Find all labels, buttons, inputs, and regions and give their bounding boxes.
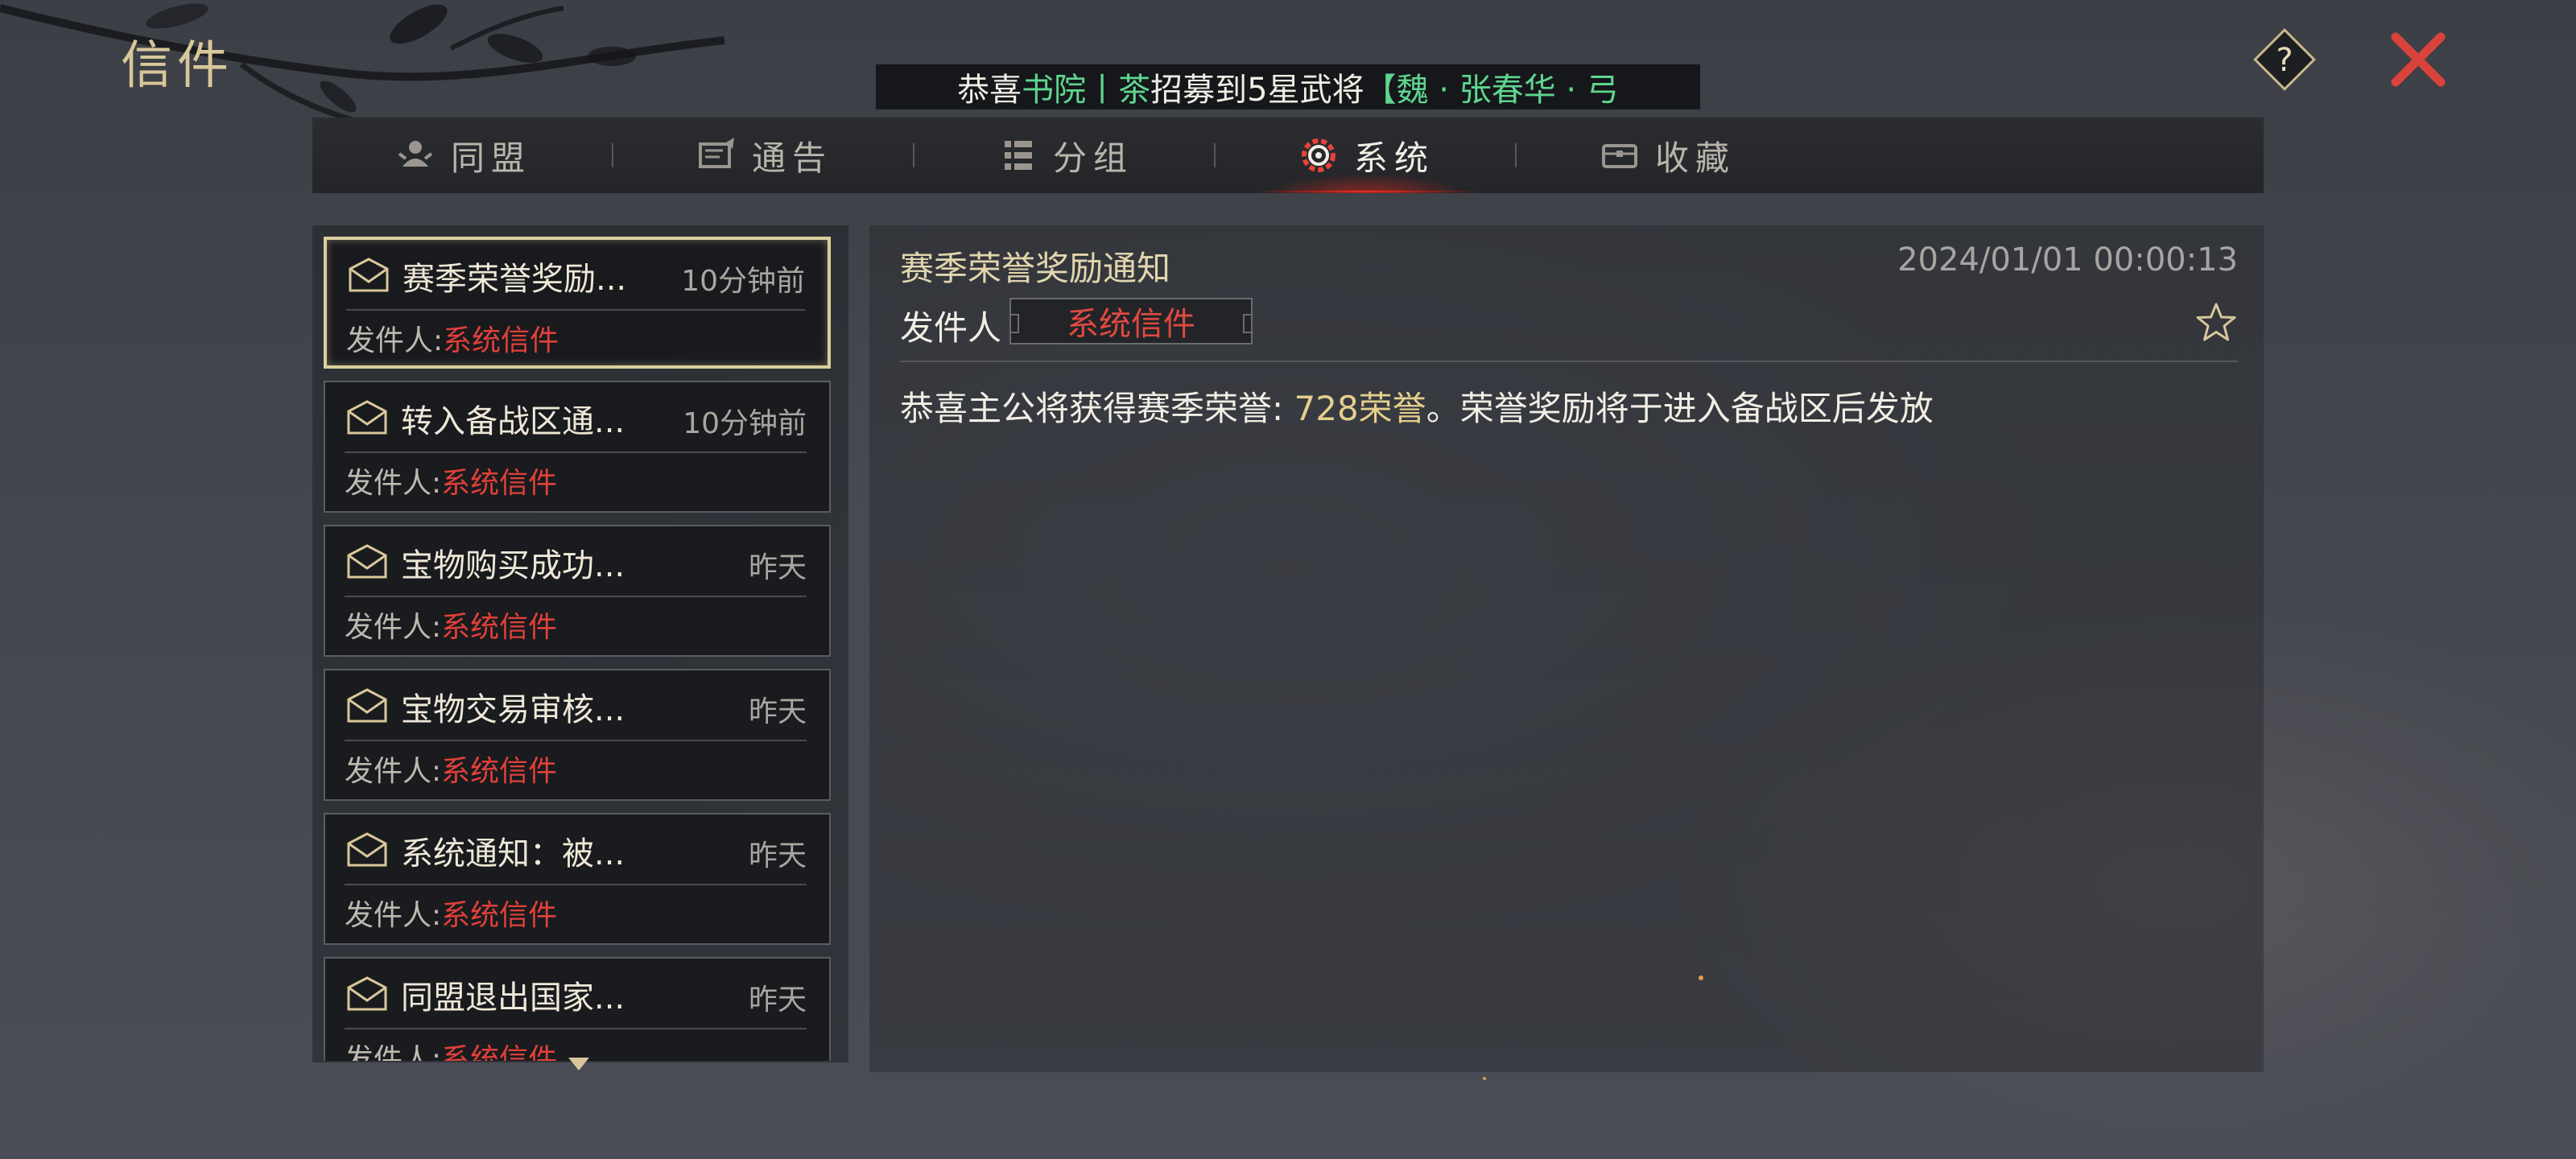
sender-name: 系统信件	[441, 611, 558, 644]
group-icon	[1004, 141, 1032, 170]
body-prefix: 恭喜主公将获得赛季荣誉:	[900, 389, 1294, 428]
mail-item[interactable]: 转入备战区通... 10分钟前 发件人:系统信件	[324, 381, 831, 513]
mail-divider	[345, 740, 807, 741]
mail-subject: 赛季荣誉奖励...	[402, 261, 627, 298]
tab-group[interactable]: 分组	[914, 118, 1216, 193]
mail-divider	[345, 452, 807, 453]
mail-divider	[345, 1028, 807, 1029]
envelope-icon	[347, 832, 387, 867]
envelope-icon	[349, 258, 389, 292]
favorites-chest-icon	[1601, 144, 1637, 168]
envelope-icon	[347, 688, 387, 723]
sender-name: 系统信件	[441, 467, 558, 500]
detail-sender-label: 发件人	[900, 308, 1002, 348]
page-title: 信件	[121, 36, 233, 96]
mail-time: 10分钟前	[683, 407, 807, 440]
scroll-down-arrow-icon[interactable]	[567, 1056, 591, 1072]
alliance-icon	[398, 141, 433, 167]
detail-title: 赛季荣誉奖励通知	[900, 249, 1171, 288]
body-highlight: 728荣誉	[1294, 389, 1426, 428]
mail-divider	[345, 884, 807, 885]
tab-label: 系统	[1353, 138, 1435, 178]
sender-label: 发件人:	[346, 324, 444, 357]
sender-name: 系统信件	[441, 755, 558, 788]
mail-time: 昨天	[748, 984, 807, 1017]
mail-detail-panel: 赛季荣誉奖励通知 2024/01/01 00:00:13 发件人 系统信件 恭喜…	[869, 225, 2264, 1072]
sender-label: 发件人:	[345, 1043, 442, 1061]
active-tab-glow	[1264, 174, 1468, 193]
tab-announcement[interactable]: 通告	[613, 118, 914, 193]
mail-sender: 发件人:系统信件	[345, 1036, 557, 1061]
mail-item[interactable]: 宝物交易审核... 昨天 发件人:系统信件	[324, 669, 831, 801]
detail-sender-tag: 系统信件	[1009, 298, 1253, 344]
envelope-icon	[347, 976, 387, 1011]
mail-sender: 发件人:系统信件	[345, 892, 557, 934]
envelope-icon	[347, 400, 387, 435]
mail-divider	[346, 309, 805, 311]
mail-time: 昨天	[748, 839, 807, 872]
mail-subject: 宝物购买成功...	[401, 547, 625, 584]
detail-body: 恭喜主公将获得赛季荣誉: 728荣誉。荣誉奖励将于进入备战区后发放	[900, 382, 1934, 431]
mail-time: 昨天	[748, 695, 807, 728]
mail-item[interactable]: 赛季荣誉奖励... 10分钟前 发件人:系统信件	[324, 237, 831, 369]
tab-favorites[interactable]: 收藏	[1517, 118, 1818, 193]
sender-label: 发件人:	[345, 899, 442, 932]
mail-subject: 转入备战区通...	[401, 403, 625, 440]
detail-divider	[900, 361, 2238, 362]
tab-label: 同盟	[450, 138, 531, 178]
sender-name: 系统信件	[443, 324, 559, 357]
banner-middle: 招募到5星武将	[1150, 72, 1364, 109]
mail-sender: 发件人:系统信件	[345, 748, 557, 790]
mail-sender: 发件人:系统信件	[345, 460, 557, 501]
mail-time: 昨天	[748, 551, 807, 584]
tab-system[interactable]: 系统	[1216, 118, 1517, 193]
sender-label: 发件人:	[345, 467, 442, 500]
tab-label: 分组	[1052, 138, 1133, 178]
tab-alliance[interactable]: 同盟	[312, 118, 613, 193]
mail-list[interactable]: 赛季荣誉奖励... 10分钟前 发件人:系统信件 转入备战区通... 10分钟前…	[324, 237, 831, 1061]
detail-date: 2024/01/01 00:00:13	[1897, 241, 2238, 278]
mail-item[interactable]: 宝物购买成功... 昨天 发件人:系统信件	[324, 525, 831, 657]
mail-subject: 宝物交易审核...	[401, 691, 625, 728]
sender-label: 发件人:	[345, 611, 442, 644]
sender-label: 发件人:	[345, 755, 442, 788]
mail-divider	[345, 596, 807, 597]
announcement-icon	[698, 138, 734, 168]
system-gear-icon	[1301, 138, 1335, 172]
tab-label: 通告	[751, 138, 832, 178]
mail-tab-bar: 同盟 通告 分组 系统 收藏	[312, 118, 2264, 193]
ember-particle	[1699, 975, 1703, 980]
tab-label: 收藏	[1654, 138, 1736, 178]
favorite-star-icon[interactable]	[2194, 301, 2238, 344]
mail-item[interactable]: 系统通知：被... 昨天 发件人:系统信件	[324, 813, 831, 945]
ember-particle	[1483, 1077, 1486, 1080]
sender-name: 系统信件	[441, 899, 558, 932]
body-suffix: 。荣誉奖励将于进入备战区后发放	[1426, 389, 1934, 428]
svg-text:?: ?	[2276, 42, 2293, 79]
mail-time: 10分钟前	[681, 265, 805, 298]
sender-name: 系统信件	[441, 1043, 558, 1061]
banner-player: 书院丨茶	[1022, 72, 1151, 109]
banner-hero: 【魏 · 张春华 · 弓	[1364, 72, 1619, 109]
close-icon[interactable]	[2388, 29, 2449, 90]
mail-subject: 系统通知：被...	[401, 835, 625, 872]
mail-sender: 发件人:系统信件	[345, 604, 557, 645]
envelope-icon	[347, 544, 387, 579]
recruit-announcement-banner: 恭喜 书院丨茶 招募到5星武将 【魏 · 张春华 · 弓	[876, 64, 1700, 109]
mail-sender: 发件人:系统信件	[346, 317, 559, 359]
mail-item[interactable]: 同盟退出国家... 昨天 发件人:系统信件	[324, 957, 831, 1061]
help-icon[interactable]: ?	[2251, 26, 2318, 93]
mail-subject: 同盟退出国家...	[401, 980, 625, 1017]
mail-list-panel: 赛季荣誉奖励... 10分钟前 发件人:系统信件 转入备战区通... 10分钟前…	[312, 225, 848, 1062]
banner-prefix: 恭喜	[957, 72, 1022, 109]
